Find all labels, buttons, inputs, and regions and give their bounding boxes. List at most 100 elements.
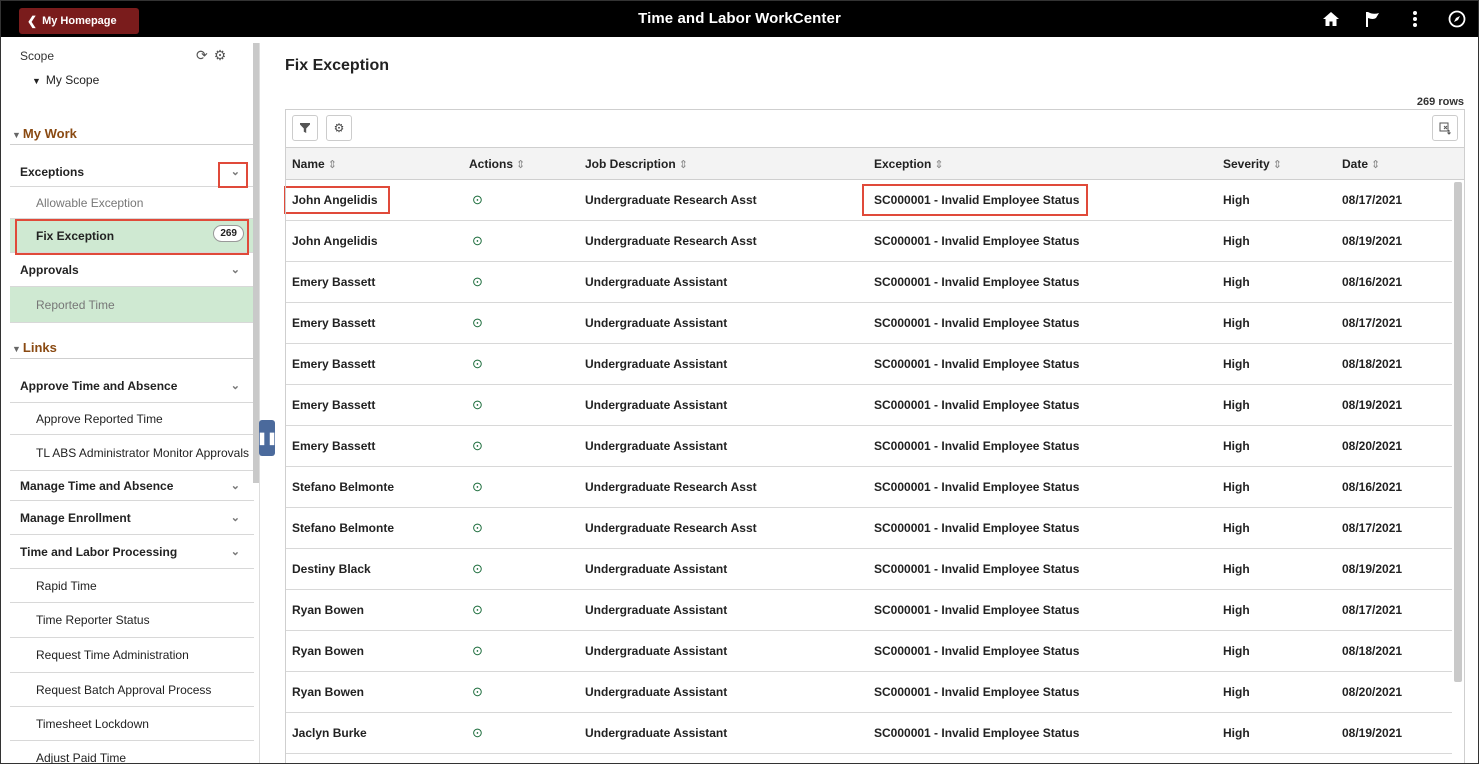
time-labor-processing-group[interactable]: Time and Labor Processing ⌄ xyxy=(10,535,254,569)
my-work-section-header[interactable]: ▼ My Work xyxy=(10,117,254,145)
table-row[interactable]: Jaclyn Burke ⊙ Undergraduate Assistant S… xyxy=(286,713,1452,754)
name-cell[interactable]: John Angelidis xyxy=(292,193,378,207)
name-cell[interactable]: Emery Bassett xyxy=(292,398,375,412)
sidebar-item-tl-abs-monitor[interactable]: TL ABS Administrator Monitor Approvals xyxy=(10,435,254,471)
more-options-icon[interactable] xyxy=(1404,7,1426,31)
chevron-down-icon[interactable]: ⌄ xyxy=(231,479,240,492)
grid-settings-button[interactable]: ⚙ xyxy=(326,115,352,141)
my-scope-toggle[interactable]: ▼ My Scope xyxy=(32,73,99,87)
job-description-cell: Undergraduate Research Asst xyxy=(585,521,757,535)
column-header-name[interactable]: Name ⇕ xyxy=(292,157,337,171)
table-row[interactable]: Emery Bassett ⊙ Undergraduate Assistant … xyxy=(286,262,1452,303)
manage-time-absence-group[interactable]: Manage Time and Absence ⌄ xyxy=(10,471,254,501)
sidebar-item-request-time-admin[interactable]: Request Time Administration xyxy=(10,638,254,673)
header-actions xyxy=(1320,7,1468,31)
name-cell[interactable]: Emery Bassett xyxy=(292,275,375,289)
chevron-down-icon[interactable]: ⌄ xyxy=(231,263,240,276)
exception-cell: SC000001 - Invalid Employee Status xyxy=(874,193,1080,207)
actions-icon[interactable]: ⊙ xyxy=(472,643,483,659)
column-label: Date xyxy=(1342,157,1369,171)
exception-cell: SC000001 - Invalid Employee Status xyxy=(874,316,1080,330)
actions-icon[interactable]: ⊙ xyxy=(472,725,483,741)
gear-icon: ⚙ xyxy=(333,121,345,135)
export-button[interactable] xyxy=(1432,115,1458,141)
table-row[interactable]: Ryan Bowen ⊙ Undergraduate Assistant SC0… xyxy=(286,631,1452,672)
name-cell[interactable]: Stefano Belmonte xyxy=(292,480,394,494)
flag-icon[interactable] xyxy=(1362,7,1384,31)
sidebar-item-request-batch[interactable]: Request Batch Approval Process xyxy=(10,673,254,707)
sidebar-item-fix-exception[interactable]: Fix Exception 269 xyxy=(10,219,254,253)
job-description-cell: Undergraduate Assistant xyxy=(585,726,728,740)
gear-icon[interactable]: ⚙ xyxy=(214,47,227,64)
name-cell[interactable]: Jaclyn Burke xyxy=(292,726,367,740)
table-row[interactable]: Emery Bassett ⊙ Undergraduate Assistant … xyxy=(286,344,1452,385)
chevron-down-icon[interactable]: ⌄ xyxy=(231,165,240,178)
sidebar-item-timesheet-lockdown[interactable]: Timesheet Lockdown xyxy=(10,707,254,741)
name-cell[interactable]: Stefano Belmonte xyxy=(292,521,394,535)
table-row[interactable]: Stefano Belmonte ⊙ Undergraduate Researc… xyxy=(286,467,1452,508)
actions-icon[interactable]: ⊙ xyxy=(472,274,483,290)
sidebar-item-rapid-time[interactable]: Rapid Time xyxy=(10,569,254,603)
name-cell[interactable]: John Angelidis xyxy=(292,234,378,248)
column-header-exception[interactable]: Exception ⇕ xyxy=(874,157,944,171)
approve-time-absence-group[interactable]: Approve Time and Absence ⌄ xyxy=(10,369,254,403)
table-row[interactable]: Emery Bassett ⊙ Undergraduate Assistant … xyxy=(286,426,1452,467)
exceptions-group[interactable]: Exceptions ⌄ xyxy=(10,157,254,187)
name-cell[interactable]: Emery Bassett xyxy=(292,316,375,330)
filter-button[interactable] xyxy=(292,115,318,141)
table-row[interactable]: John Angelidis ⊙ Undergraduate Research … xyxy=(286,180,1452,221)
request-time-admin-label: Request Time Administration xyxy=(36,648,189,662)
table-row[interactable]: Stefano Belmonte ⊙ Undergraduate Researc… xyxy=(286,508,1452,549)
column-header-date[interactable]: Date ⇕ xyxy=(1342,157,1380,171)
name-cell[interactable]: Ryan Bowen xyxy=(292,685,364,699)
column-header-severity[interactable]: Severity ⇕ xyxy=(1223,157,1282,171)
name-cell[interactable]: Emery Bassett xyxy=(292,439,375,453)
actions-icon[interactable]: ⊙ xyxy=(472,397,483,413)
chevron-down-icon[interactable]: ⌄ xyxy=(231,511,240,524)
exceptions-grid: ⚙ Name ⇕ Actions ⇕ Job Description ⇕ Except… xyxy=(285,109,1465,763)
actions-icon[interactable]: ⊙ xyxy=(472,356,483,372)
table-row[interactable]: Ryan Bowen ⊙ Undergraduate Assistant SC0… xyxy=(286,672,1452,713)
sidebar-item-allowable-exception[interactable]: Allowable Exception xyxy=(10,187,254,219)
actions-icon[interactable]: ⊙ xyxy=(472,520,483,536)
page-title: Time and Labor WorkCenter xyxy=(638,10,841,27)
sidebar-item-approve-reported-time[interactable]: Approve Reported Time xyxy=(10,403,254,435)
compass-icon[interactable] xyxy=(1446,7,1468,31)
date-cell: 08/17/2021 xyxy=(1342,521,1403,535)
exception-cell: SC000001 - Invalid Employee Status xyxy=(874,234,1080,248)
actions-icon[interactable]: ⊙ xyxy=(472,479,483,495)
sidebar-item-reported-time[interactable]: Reported Time xyxy=(10,287,254,323)
collapse-sidebar-button[interactable]: ❚❚ xyxy=(257,420,277,456)
name-cell[interactable]: Ryan Bowen xyxy=(292,644,364,658)
sidebar-item-time-reporter-status[interactable]: Time Reporter Status xyxy=(10,603,254,638)
chevron-down-icon[interactable]: ⌄ xyxy=(231,545,240,558)
sidebar-item-adjust-paid-time[interactable]: Adjust Paid Time xyxy=(10,741,254,764)
refresh-icon[interactable]: ⟳ xyxy=(196,47,208,64)
home-icon[interactable] xyxy=(1320,7,1342,31)
table-row[interactable]: Emery Bassett ⊙ Undergraduate Assistant … xyxy=(286,385,1452,426)
actions-icon[interactable]: ⊙ xyxy=(472,192,483,208)
table-row[interactable]: John Angelidis ⊙ Undergraduate Research … xyxy=(286,221,1452,262)
actions-icon[interactable]: ⊙ xyxy=(472,233,483,249)
name-cell[interactable]: Emery Bassett xyxy=(292,357,375,371)
approvals-group[interactable]: Approvals ⌄ xyxy=(10,253,254,287)
actions-icon[interactable]: ⊙ xyxy=(472,684,483,700)
table-row[interactable]: Emery Bassett ⊙ Undergraduate Assistant … xyxy=(286,303,1452,344)
column-header-actions[interactable]: Actions ⇕ xyxy=(469,157,525,171)
table-row[interactable]: Destiny Black ⊙ Undergraduate Assistant … xyxy=(286,549,1452,590)
links-section-header[interactable]: ▼ Links xyxy=(10,331,254,359)
grid-scrollbar[interactable] xyxy=(1454,182,1462,682)
filter-icon xyxy=(300,123,310,133)
actions-icon[interactable]: ⊙ xyxy=(472,438,483,454)
column-header-job-description[interactable]: Job Description ⇕ xyxy=(585,157,688,171)
table-row[interactable]: Ryan Bowen ⊙ Undergraduate Assistant SC0… xyxy=(286,590,1452,631)
actions-icon[interactable]: ⊙ xyxy=(472,315,483,331)
manage-enrollment-group[interactable]: Manage Enrollment ⌄ xyxy=(10,501,254,535)
actions-icon[interactable]: ⊙ xyxy=(472,561,483,577)
name-cell[interactable]: Destiny Black xyxy=(292,562,371,576)
chevron-down-icon[interactable]: ⌄ xyxy=(231,379,240,392)
actions-icon[interactable]: ⊙ xyxy=(472,602,483,618)
my-homepage-button[interactable]: ❮ My Homepage xyxy=(19,8,139,34)
fix-exception-label: Fix Exception xyxy=(36,228,115,243)
name-cell[interactable]: Ryan Bowen xyxy=(292,603,364,617)
